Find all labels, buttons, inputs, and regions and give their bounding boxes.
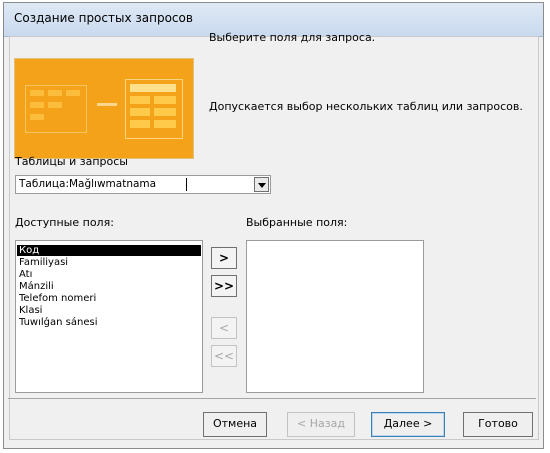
selected-fields-list[interactable]: [246, 240, 424, 393]
list-item[interactable]: Atı: [17, 269, 201, 280]
table-icon-left: [25, 85, 87, 133]
text-caret: [186, 178, 187, 191]
list-item[interactable]: Mánzili: [17, 281, 201, 292]
tables-combo-value: Таблица:Mağlıwmatnama: [19, 178, 157, 190]
finish-button[interactable]: Готово: [463, 412, 533, 437]
list-item[interactable]: Tuwılǵan sánesi: [17, 317, 201, 328]
wizard-illustration: [14, 58, 194, 159]
cancel-button[interactable]: Отмена: [203, 412, 267, 437]
table-icon-right: [125, 79, 183, 139]
list-item[interactable]: Klasi: [17, 305, 201, 316]
available-fields-label: Доступные поля:: [15, 216, 114, 229]
tables-combo[interactable]: Таблица:Mağlıwmatnama: [15, 175, 271, 194]
add-all-fields-button[interactable]: >>: [211, 275, 237, 297]
list-item[interactable]: Familiyasi: [17, 257, 201, 268]
list-item[interactable]: Код: [17, 245, 201, 256]
window-title: Создание простых запросов: [14, 11, 193, 25]
dropdown-button[interactable]: [254, 177, 269, 192]
back-button[interactable]: < Назад: [287, 412, 355, 437]
add-field-button[interactable]: >: [211, 247, 237, 269]
available-fields-list[interactable]: Код Familiyasi Atı Mánzili Telefom nomer…: [15, 240, 203, 393]
list-item[interactable]: Telefom nomeri: [17, 293, 201, 304]
footer-divider: [8, 398, 536, 399]
tables-label: Таблицы и запросы: [15, 155, 128, 168]
selected-fields-label: Выбранные поля:: [246, 216, 348, 229]
help-text-select-fields: Выберите поля для запроса.: [209, 31, 376, 44]
arrow-icon: [97, 103, 117, 106]
remove-field-button[interactable]: <: [211, 317, 237, 339]
help-text-multiple-tables: Допускается выбор нескольких таблиц или …: [209, 100, 523, 113]
next-button[interactable]: Далее >: [371, 412, 445, 437]
chevron-down-icon: [258, 183, 266, 188]
remove-all-fields-button[interactable]: <<: [211, 345, 237, 367]
